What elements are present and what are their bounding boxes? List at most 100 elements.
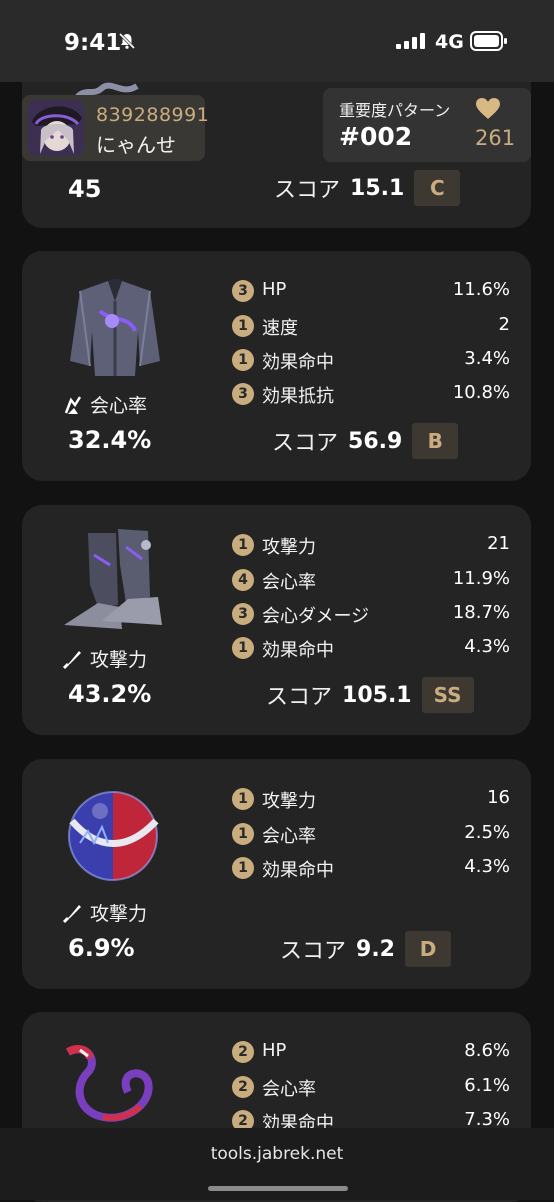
crit-rate-icon — [64, 395, 82, 414]
pattern-chip[interactable]: 重要度パターン #002 261 — [323, 88, 531, 162]
substat-row: 3 会心ダメージ 18.7% — [232, 602, 510, 628]
substat-row: 1 速度 2 — [232, 314, 510, 340]
score-label: スコア — [280, 939, 347, 964]
substat-value: 2.5% — [464, 822, 510, 843]
score-label: スコア — [266, 685, 333, 710]
main-stat-name: 攻撃力 — [90, 903, 148, 925]
grade-badge: D — [405, 931, 451, 967]
score-value: 105.1 — [342, 682, 412, 708]
roll-count-badge: 1 — [232, 823, 254, 845]
substat-row: 1 効果命中 4.3% — [232, 636, 510, 662]
attack-icon — [62, 650, 81, 669]
battery-icon — [470, 31, 508, 55]
substat-row: 1 会心率 2.5% — [232, 822, 510, 848]
relic-card-1: 会心率 32.4% 3 HP 11.6% 1 速度 2 1 効果命中 3.4% … — [22, 251, 531, 481]
substat-name: 効果命中 — [262, 640, 334, 661]
roll-count-badge: 3 — [232, 280, 254, 302]
roll-count-badge: 2 — [232, 1041, 254, 1063]
status-time: 9:41 — [64, 30, 122, 56]
home-indicator[interactable] — [208, 1186, 348, 1191]
substat-row: 2 HP 8.6% — [232, 1040, 510, 1066]
address-bar-url[interactable]: tools.jabrek.net — [0, 1144, 554, 1164]
substat-value: 4.3% — [464, 636, 510, 657]
avatar — [28, 100, 84, 156]
roll-count-badge: 1 — [232, 857, 254, 879]
roll-count-badge: 1 — [232, 637, 254, 659]
user-uid: 839288991 — [96, 104, 210, 126]
relic-image-body — [70, 279, 160, 376]
grade-badge: C — [414, 170, 461, 206]
substat-name: 効果命中 — [262, 352, 334, 373]
browser-bottom-bar: tools.jabrek.net — [0, 1128, 554, 1200]
substat-row: 1 攻撃力 16 — [232, 787, 510, 813]
substat-name: HP — [262, 279, 287, 300]
main-stat: 会心率 — [62, 391, 147, 418]
main-stat-name: 会心率 — [90, 395, 148, 417]
substat-row: 1 攻撃力 21 — [232, 533, 510, 559]
score-row: スコア 105.1 SS — [266, 677, 474, 713]
attack-icon — [62, 904, 81, 923]
status-bar: 9:41 4G — [0, 0, 554, 82]
score-row: スコア 56.9 B — [272, 423, 459, 459]
substat-name: 会心ダメージ — [262, 606, 370, 627]
main-stat-value: 32.4% — [68, 426, 152, 454]
profile-chip[interactable]: 839288991 にゃんせ — [22, 95, 209, 161]
main-stat-value: 43.2% — [68, 680, 152, 708]
substat-value: 16 — [487, 787, 510, 808]
substat-value: 11.9% — [452, 568, 510, 589]
heart-icon[interactable] — [475, 97, 501, 125]
substat-row: 3 効果抵抗 10.8% — [232, 382, 510, 408]
pattern-id: #002 — [339, 122, 413, 151]
bell-slash-icon — [118, 32, 136, 54]
user-nickname: にゃんせ — [96, 133, 176, 157]
score-value: 15.1 — [350, 175, 405, 201]
main-stat-value: 45 — [68, 175, 102, 203]
substat-name: 会心率 — [262, 826, 316, 847]
substat-value: 18.7% — [452, 602, 510, 623]
substat-value: 6.1% — [464, 1075, 510, 1096]
grade-badge: SS — [421, 677, 474, 713]
score-row: スコア 15.1 C — [274, 170, 461, 206]
substat-value: 4.3% — [464, 856, 510, 877]
substat-name: 攻撃力 — [262, 537, 316, 558]
relic-card-2: 攻撃力 43.2% 1 攻撃力 21 4 会心率 11.9% 3 会心ダメージ … — [22, 505, 531, 735]
relic-image-feet — [64, 529, 162, 629]
substat-name: HP — [262, 1040, 287, 1061]
substat-name: 効果命中 — [262, 860, 334, 881]
signal-icon — [396, 33, 426, 53]
substat-value: 21 — [487, 533, 510, 554]
substat-value: 10.8% — [452, 382, 510, 403]
substat-value: 2 — [498, 314, 510, 335]
substat-name: 速度 — [262, 318, 298, 339]
substat-value: 11.6% — [452, 279, 510, 300]
substat-name: 効果抵抗 — [262, 386, 334, 407]
like-count: 261 — [475, 126, 516, 150]
grade-badge: B — [412, 423, 459, 459]
substat-value: 3.4% — [464, 348, 510, 369]
score-value: 9.2 — [356, 936, 395, 962]
main-stat-name: 攻撃力 — [90, 649, 148, 671]
relic-image-rope — [65, 1045, 153, 1122]
substat-value: 7.3% — [464, 1109, 510, 1130]
substat-row: 2 会心率 6.1% — [232, 1075, 510, 1101]
roll-count-badge: 4 — [232, 569, 254, 591]
score-label: スコア — [274, 178, 341, 203]
score-value: 56.9 — [348, 428, 403, 454]
substat-row: 4 会心率 11.9% — [232, 568, 510, 594]
substat-name: 会心率 — [262, 572, 316, 593]
substat-value: 8.6% — [464, 1040, 510, 1061]
main-stat: 攻撃力 — [62, 899, 147, 926]
substat-row: 1 効果命中 3.4% — [232, 348, 510, 374]
roll-count-badge: 3 — [232, 603, 254, 625]
substat-row: 3 HP 11.6% — [232, 279, 510, 305]
score-label: スコア — [272, 431, 339, 456]
roll-count-badge: 1 — [232, 349, 254, 371]
main-stat: 攻撃力 — [62, 645, 147, 672]
substat-row: 1 効果命中 4.3% — [232, 856, 510, 882]
pattern-label: 重要度パターン — [339, 101, 451, 120]
substat-name: 会心率 — [262, 1079, 316, 1100]
roll-count-badge: 2 — [232, 1076, 254, 1098]
roll-count-badge: 3 — [232, 383, 254, 405]
network-type: 4G — [435, 31, 464, 53]
main-stat-value: 6.9% — [68, 934, 135, 962]
